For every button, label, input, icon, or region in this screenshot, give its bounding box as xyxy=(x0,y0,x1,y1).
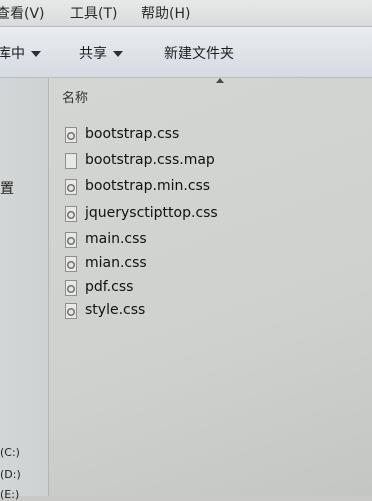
file-name: style.css xyxy=(85,302,146,318)
share-label: 共享 xyxy=(79,46,107,62)
share-button[interactable]: 共享 xyxy=(79,43,123,63)
menu-help[interactable]: 帮助(H) xyxy=(141,3,190,23)
file-name: mian.css xyxy=(85,255,147,271)
new-folder-label: 新建文件夹 xyxy=(164,46,234,62)
navigation-pane: 置 (C:) (D:) (E:) xyxy=(0,78,49,501)
chevron-down-icon xyxy=(113,51,123,57)
css-file-icon xyxy=(65,179,77,195)
file-name: bootstrap.css xyxy=(85,126,180,142)
nav-item-partial[interactable]: 置 xyxy=(0,178,14,198)
file-name: main.css xyxy=(85,231,147,247)
organize-button[interactable]: 库中 xyxy=(0,43,41,63)
chevron-down-icon xyxy=(31,51,41,57)
css-file-icon xyxy=(65,206,77,222)
sort-ascending-icon xyxy=(216,78,224,83)
menu-bar: 查看(V) 工具(T) 帮助(H) xyxy=(0,0,372,27)
file-name: bootstrap.css.map xyxy=(85,152,215,168)
command-toolbar: 库中 共享 新建文件夹 xyxy=(0,27,372,78)
file-name: jquerysctipttop.css xyxy=(85,205,218,221)
nav-drive-e[interactable]: (E:) xyxy=(0,488,19,501)
organize-label: 库中 xyxy=(0,46,25,62)
menu-tools[interactable]: 工具(T) xyxy=(70,3,117,23)
menu-view[interactable]: 查看(V) xyxy=(0,3,45,23)
blank-file-icon xyxy=(65,153,77,169)
file-list-pane: 名称 bootstrap.css bootstrap.css.map boots… xyxy=(49,78,372,496)
css-file-icon xyxy=(65,280,77,296)
column-header-name[interactable]: 名称 xyxy=(62,87,88,106)
css-file-icon xyxy=(65,303,77,319)
file-name: pdf.css xyxy=(85,279,134,295)
css-file-icon xyxy=(65,127,77,143)
nav-drive-d[interactable]: (D:) xyxy=(0,468,21,481)
file-name: bootstrap.min.css xyxy=(85,178,211,194)
new-folder-button[interactable]: 新建文件夹 xyxy=(164,43,234,63)
css-file-icon xyxy=(65,256,77,272)
css-file-icon xyxy=(65,232,77,248)
nav-drive-c[interactable]: (C:) xyxy=(0,446,20,459)
